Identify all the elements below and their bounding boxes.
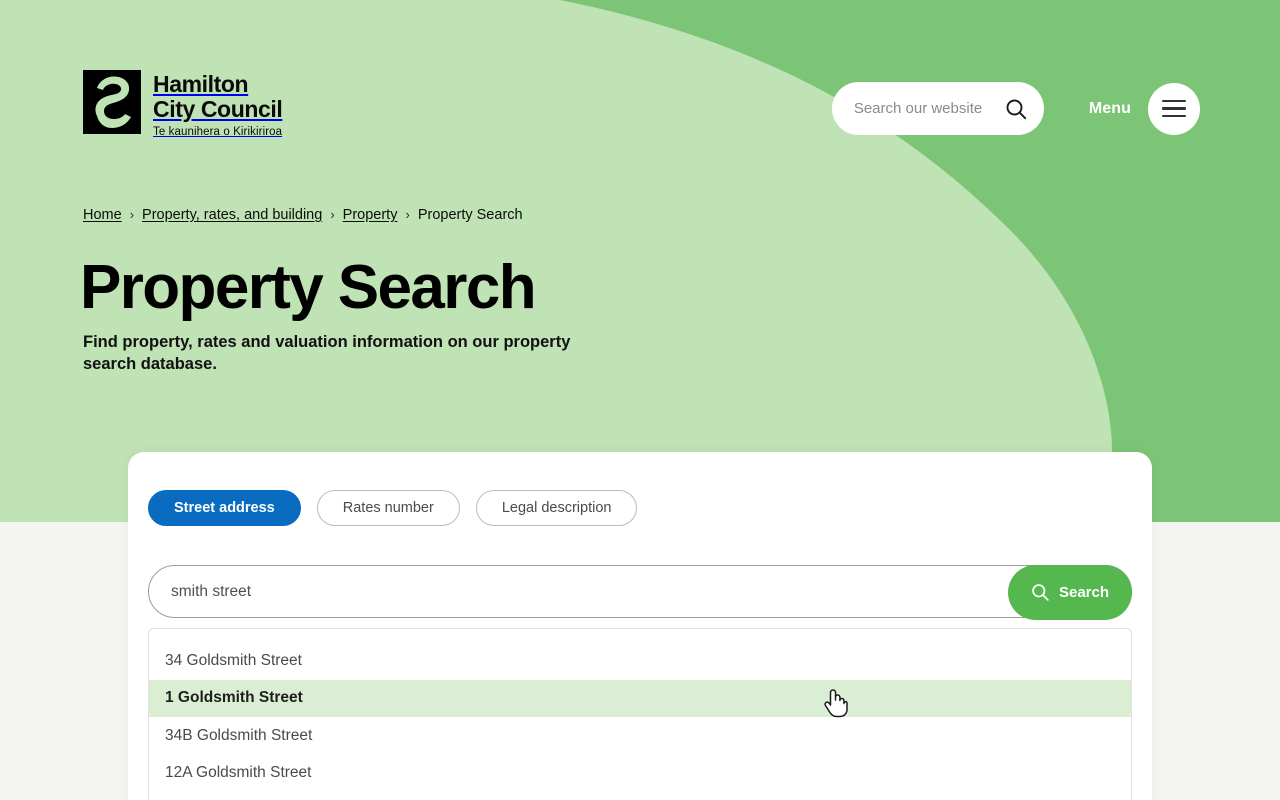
suggestion-item[interactable]: 34B Goldsmith Street xyxy=(149,717,1131,755)
site-search-box[interactable] xyxy=(831,82,1044,135)
property-search-input[interactable] xyxy=(171,566,981,617)
page-title: Property Search xyxy=(80,253,537,322)
address-suggestions-list: 34 Goldsmith Street 1 Goldsmith Street 3… xyxy=(148,628,1132,800)
hamburger-icon-bar-2 xyxy=(1162,107,1186,110)
breadcrumb-separator: › xyxy=(129,207,135,222)
search-icon xyxy=(1032,584,1049,601)
property-search-button[interactable]: Search xyxy=(1008,565,1132,620)
breadcrumb-item-property-rates-building[interactable]: Property, rates, and building xyxy=(142,205,322,225)
site-header: Hamilton City Council Te kaunihera o Kir… xyxy=(0,0,1280,190)
hamburger-icon-bar-3 xyxy=(1162,114,1186,118)
tab-legal-description[interactable]: Legal description xyxy=(475,490,638,526)
menu-label[interactable]: Menu xyxy=(1089,100,1131,118)
hamburger-icon-bar-1 xyxy=(1162,99,1186,103)
tab-rates-number[interactable]: Rates number xyxy=(316,490,460,526)
page-subtitle: Find property, rates and valuation infor… xyxy=(83,333,571,373)
breadcrumb-separator: › xyxy=(405,207,410,222)
site-search-input[interactable] xyxy=(853,100,994,117)
suggestion-item[interactable]: 34 Goldsmith Street xyxy=(149,642,1131,680)
breadcrumb-separator: › xyxy=(330,207,335,222)
hamburger-menu-button[interactable] xyxy=(1148,82,1200,135)
suggestion-item[interactable]: 12A Goldsmith Street xyxy=(149,755,1131,793)
property-search-field[interactable]: Search xyxy=(148,565,1132,620)
property-search-row: Search xyxy=(148,565,1132,620)
logo-line-2: City Council xyxy=(153,96,283,122)
search-icon xyxy=(1006,99,1026,119)
search-type-tabs: Street address Rates number Legal descri… xyxy=(148,490,638,526)
suggestion-item[interactable]: 1 Goldsmith Street xyxy=(149,679,1131,717)
site-logo[interactable]: Hamilton City Council Te kaunihera o Kir… xyxy=(83,70,283,139)
tab-street-address[interactable]: Street address xyxy=(148,490,301,526)
site-search-submit-button[interactable] xyxy=(1002,95,1030,123)
logo-tagline: Te kaunihera o Kirikiriroa xyxy=(153,126,283,138)
breadcrumb-item-property[interactable]: Property xyxy=(343,205,398,225)
property-search-button-label: Search xyxy=(1058,584,1110,601)
breadcrumb-item-home[interactable]: Home xyxy=(83,205,122,225)
breadcrumb-item-current: Property Search xyxy=(417,207,523,223)
hamilton-river-mark-icon xyxy=(83,70,141,134)
header-actions: Menu xyxy=(831,82,1200,135)
logo-line-1: Hamilton xyxy=(153,71,249,97)
property-search-card: Street address Rates number Legal descri… xyxy=(128,452,1152,800)
logo-wordmark: Hamilton City Council Te kaunihera o Kir… xyxy=(153,70,283,139)
breadcrumb: Home › Property, rates, and building › P… xyxy=(83,205,523,225)
